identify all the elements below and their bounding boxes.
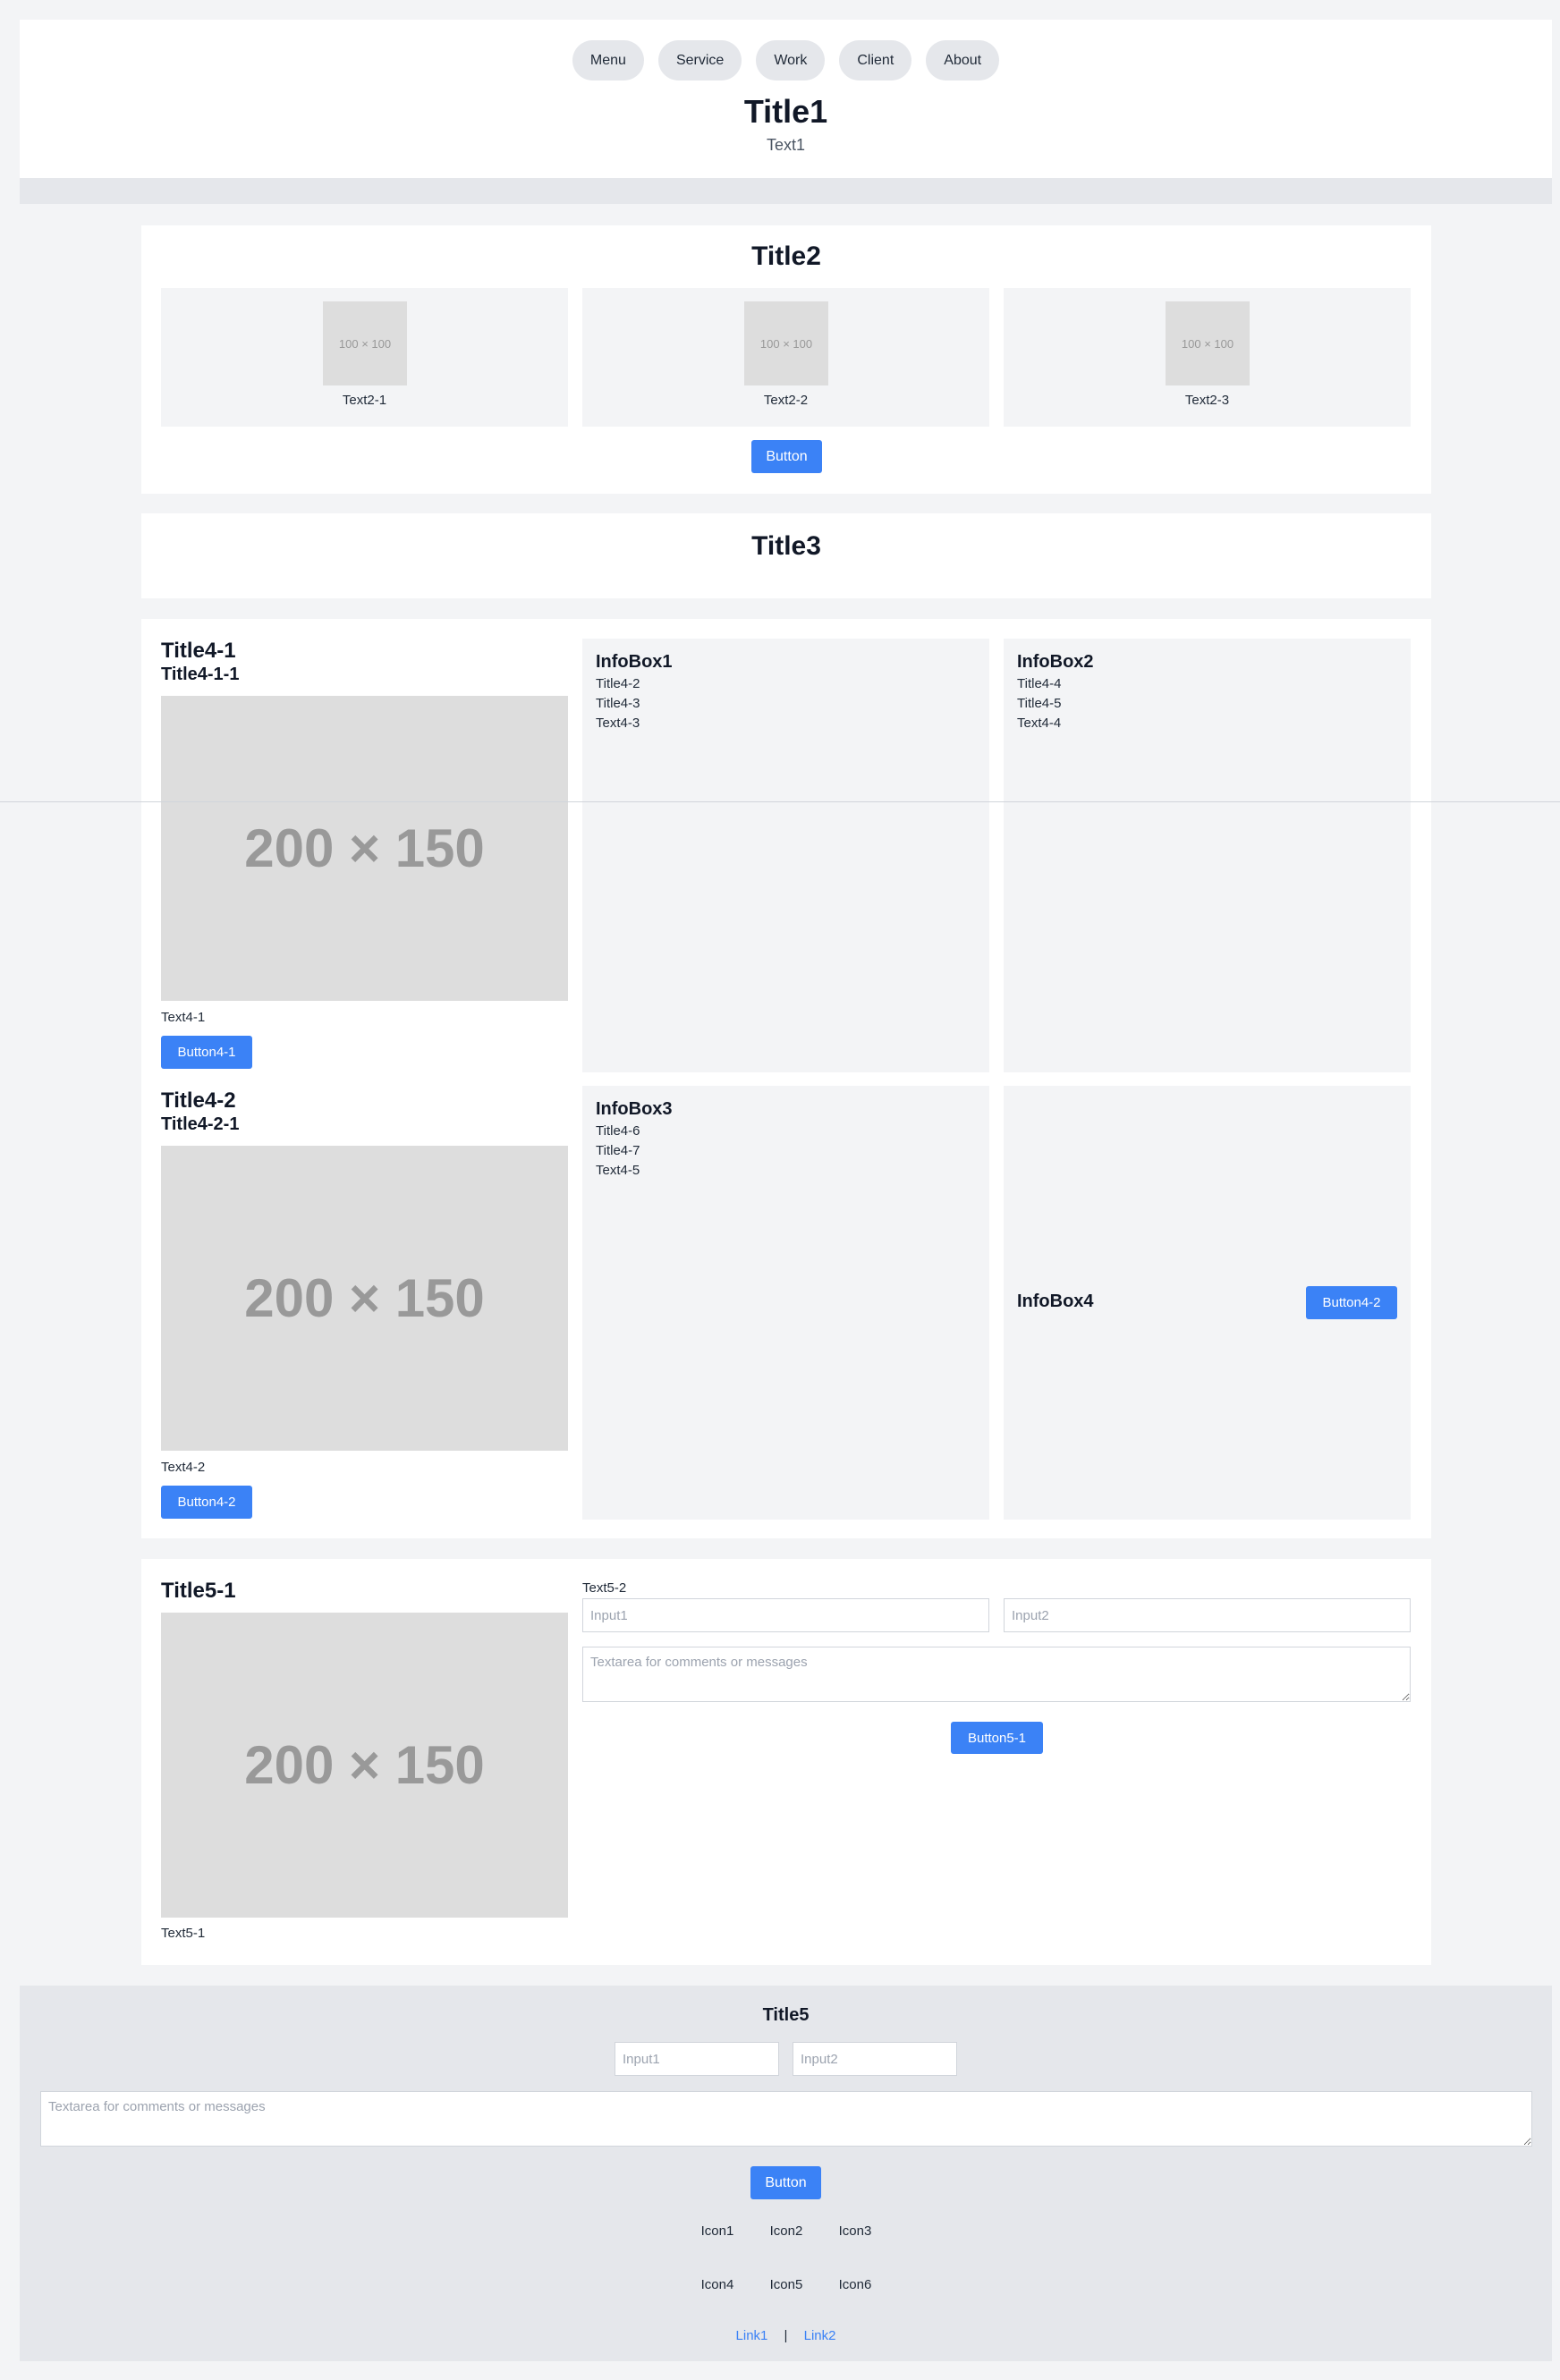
service-card-2: 100 × 100 Text2-2 [582,288,989,427]
icon1-icon[interactable]: Icon1 [682,2223,753,2239]
footer-textarea[interactable] [40,2091,1532,2147]
section5-title: Title5-1 [161,1579,236,1603]
service-card-3: 100 × 100 Text2-3 [1004,288,1411,427]
nav-menu[interactable]: Menu [572,40,644,80]
image-placeholder: 100 × 100 [323,301,407,385]
work-item-1-subtitle: Title4-1-1 [161,665,240,684]
title3-section: Title3 [141,513,1431,598]
section5-text-1: Text5-1 [161,1926,206,1941]
infobox-1-line: Text4-3 [596,716,640,731]
work-item-2-title: Title4-2 [161,1088,236,1113]
footer-title: Title5 [762,2005,810,2025]
icon6-icon[interactable]: Icon6 [819,2277,891,2292]
page-subtitle: Text1 [766,136,806,154]
image-placeholder: 200 × 150 [161,696,568,1001]
section2-button[interactable]: Button [751,440,822,473]
footer-input-2[interactable] [793,2042,957,2076]
section5-textarea[interactable] [582,1647,1411,1702]
link-separator: | [784,2328,788,2343]
footer-link-2[interactable]: Link2 [804,2328,836,2343]
infobox-4: InfoBox4 Button4-2 [1004,1086,1411,1520]
work-item-1-text: Text4-1 [161,1010,206,1025]
footer-link-1[interactable]: Link1 [736,2328,768,2343]
infobox-3-title: InfoBox3 [596,1099,673,1119]
horizontal-divider [0,801,1560,802]
image-placeholder: 200 × 150 [161,1613,568,1918]
footer-links: Link1 | Link2 [20,2328,1552,2343]
page-title: Title1 [743,93,828,130]
infobox-2-line: Title4-5 [1017,696,1062,711]
header-divider-band [20,178,1552,204]
section5-text-2: Text5-2 [582,1580,627,1596]
infobox-1-line: Title4-2 [596,676,640,691]
card-label: Text2-2 [763,393,809,408]
main-nav: Menu Service Work Client About [572,40,1000,80]
button4-1[interactable]: Button4-1 [161,1036,252,1069]
button4-2[interactable]: Button4-2 [161,1486,252,1519]
infobox-3: InfoBox3 Title4-6 Title4-7 Text4-5 [582,1086,989,1520]
infobox-2: InfoBox2 Title4-4 Title4-5 Text4-4 [1004,639,1411,1072]
nav-service[interactable]: Service [657,40,742,80]
nav-about[interactable]: About [926,40,1000,80]
contact-section: Title5-1 200 × 150 Text5-1 Text5-2 Butto… [141,1559,1431,1965]
work-item-1-title: Title4-1 [161,639,236,663]
infobox-3-line: Title4-7 [596,1143,640,1158]
section5-input-1[interactable] [582,1598,989,1632]
infobox-3-line: Text4-5 [596,1163,640,1178]
work-item-2-subtitle: Title4-2-1 [161,1114,240,1134]
infobox-4-title: InfoBox4 [1017,1292,1094,1311]
card-label: Text2-1 [342,393,387,408]
nav-work[interactable]: Work [756,40,826,80]
icon2-icon[interactable]: Icon2 [750,2223,822,2239]
infobox-4-button[interactable]: Button4-2 [1306,1286,1397,1319]
infobox-1: InfoBox1 Title4-2 Title4-3 Text4-3 [582,639,989,1072]
infobox-3-line: Title4-6 [596,1123,640,1139]
service-card-1: 100 × 100 Text2-1 [161,288,568,427]
section5-input-2[interactable] [1004,1598,1411,1632]
site-footer: Title5 Button Icon1 Icon2 Icon3 Icon4 Ic… [20,1986,1552,2361]
image-placeholder: 100 × 100 [1166,301,1250,385]
footer-button[interactable]: Button [750,2166,821,2199]
image-placeholder: 100 × 100 [744,301,828,385]
section3-title: Title3 [751,531,821,561]
work-section: Title4-1 Title4-1-1 200 × 150 Text4-1 Bu… [141,619,1431,1538]
infobox-2-line: Title4-4 [1017,676,1062,691]
icon4-icon[interactable]: Icon4 [682,2277,753,2292]
nav-client[interactable]: Client [839,40,912,80]
infobox-1-title: InfoBox1 [596,652,673,672]
site-header: Menu Service Work Client About Title1 Te… [20,20,1552,178]
card-label: Text2-3 [1184,393,1230,408]
infobox-2-line: Text4-4 [1017,716,1062,731]
infobox-2-title: InfoBox2 [1017,652,1094,672]
icon3-icon[interactable]: Icon3 [819,2223,891,2239]
infobox-1-line: Title4-3 [596,696,640,711]
image-placeholder: 200 × 150 [161,1146,568,1451]
icon5-icon[interactable]: Icon5 [750,2277,822,2292]
section2-title: Title2 [751,241,821,271]
services-section: Title2 100 × 100 Text2-1 100 × 100 Text2… [141,225,1431,494]
footer-input-1[interactable] [615,2042,779,2076]
work-item-2-text: Text4-2 [161,1460,206,1475]
button5-1[interactable]: Button5-1 [951,1722,1043,1754]
